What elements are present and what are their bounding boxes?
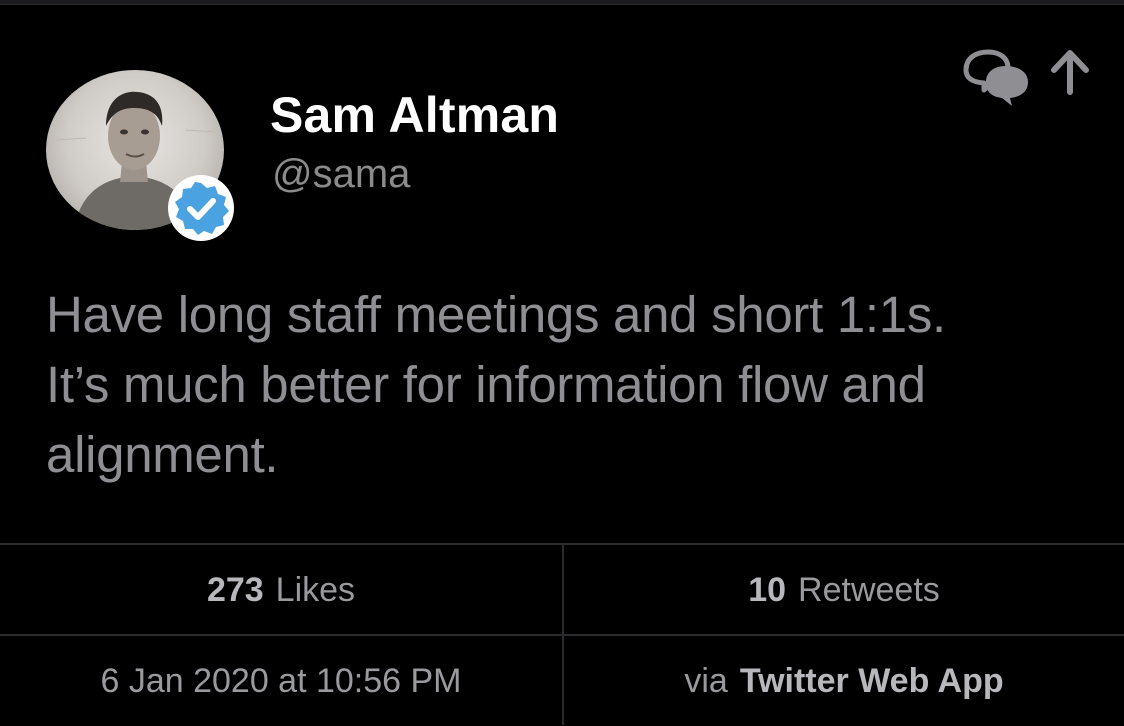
display-name[interactable]: Sam Altman: [270, 86, 559, 144]
timestamp-text: 6 Jan 2020 at 10:56 PM: [100, 661, 462, 700]
avatar[interactable]: [46, 70, 234, 241]
top-actions: [960, 46, 1100, 110]
likes-count: 273: [206, 570, 264, 609]
via-label: via: [684, 661, 728, 700]
source-app[interactable]: Twitter Web App: [740, 662, 1004, 701]
tweet-text: Have long staff meetings and short 1:1s.…: [46, 280, 1096, 490]
user-handle[interactable]: @sama: [272, 152, 410, 197]
tweet-timestamp: 6 Jan 2020 at 10:56 PM: [0, 636, 562, 726]
tweet-line: alignment.: [46, 426, 279, 483]
share-icon[interactable]: [1046, 46, 1094, 96]
tweet-line: It’s much better for information flow an…: [46, 356, 926, 413]
retweets-count: 10: [748, 570, 787, 609]
tweet-header: Sam Altman @sama: [0, 0, 1124, 250]
verified-badge-icon: [167, 174, 235, 242]
likes-stat[interactable]: 273 Likes: [0, 545, 562, 635]
likes-label: Likes: [275, 570, 356, 609]
tweet-source: via Twitter Web App: [564, 636, 1124, 726]
reply-icon[interactable]: [960, 46, 1038, 108]
retweets-stat[interactable]: 10 Retweets: [564, 545, 1124, 635]
tweet-line: Have long staff meetings and short 1:1s.: [46, 286, 946, 343]
retweets-label: Retweets: [798, 570, 940, 609]
